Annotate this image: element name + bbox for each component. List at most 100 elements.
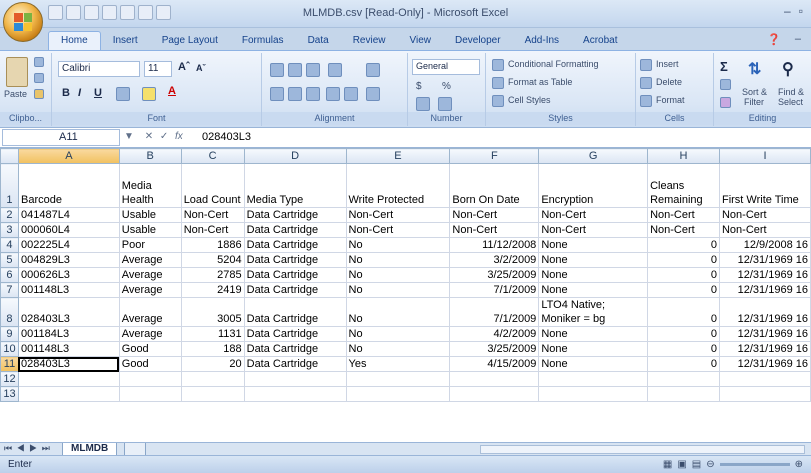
filter-label[interactable]: Filter — [744, 97, 764, 107]
enter-icon[interactable]: ✓ — [160, 131, 168, 142]
cell[interactable]: Non-Cert — [180, 222, 245, 238]
zoom-in-icon[interactable]: ⊕ — [795, 459, 803, 470]
decrease-decimal-icon[interactable] — [438, 97, 452, 111]
cell[interactable] — [17, 386, 120, 402]
row-header[interactable]: 6 — [0, 267, 19, 283]
cell[interactable]: 188 — [180, 341, 245, 357]
cell[interactable]: 041487L4 — [17, 207, 120, 223]
cell[interactable]: 028403L3 — [17, 297, 120, 327]
cell[interactable]: 0 — [647, 356, 720, 372]
cell[interactable]: 11/12/2008 — [449, 237, 540, 253]
align-bottom-icon[interactable] — [306, 63, 320, 77]
cell[interactable]: 001148L3 — [17, 341, 120, 357]
cell[interactable]: Data Cartridge — [243, 267, 347, 283]
cell[interactable]: Non-Cert — [718, 207, 811, 223]
cell[interactable]: 20 — [180, 356, 245, 372]
tab-review[interactable]: Review — [341, 32, 398, 50]
cell[interactable] — [118, 386, 182, 402]
cell[interactable]: No — [345, 326, 451, 342]
cell[interactable]: 004829L3 — [17, 252, 120, 268]
format-painter-icon[interactable] — [34, 89, 44, 99]
borders-icon[interactable] — [116, 87, 130, 101]
cell[interactable]: 1131 — [180, 326, 245, 342]
cell[interactable]: Data Cartridge — [243, 222, 347, 238]
first-sheet-icon[interactable]: ⏮ — [4, 443, 13, 453]
cell[interactable]: 2419 — [180, 282, 245, 298]
percent-button[interactable]: % — [442, 81, 451, 92]
cell[interactable]: Non-Cert — [647, 222, 720, 238]
cell[interactable] — [449, 371, 540, 387]
cell[interactable]: Non-Cert — [538, 207, 649, 223]
cell[interactable]: 0 — [647, 252, 720, 268]
currency-button[interactable]: $ — [416, 81, 422, 92]
cell[interactable]: Average — [118, 326, 182, 342]
cell[interactable]: Average — [118, 252, 182, 268]
cell[interactable]: None — [538, 326, 649, 342]
cell[interactable]: Non-Cert — [345, 222, 451, 238]
cell[interactable]: 001148L3 — [17, 282, 120, 298]
cell[interactable]: Data Cartridge — [243, 356, 347, 372]
cell[interactable]: Good — [118, 356, 182, 372]
paste-button[interactable]: Paste — [4, 89, 27, 99]
cell[interactable] — [647, 371, 720, 387]
cell[interactable]: 0 — [647, 326, 720, 342]
last-sheet-icon[interactable]: ⏭ — [42, 443, 51, 453]
cell[interactable]: Non-Cert — [538, 222, 649, 238]
dropdown-icon[interactable]: ▼ — [124, 131, 134, 142]
cell[interactable]: Data Cartridge — [243, 282, 347, 298]
cell[interactable]: 12/31/1969 16 — [718, 341, 811, 357]
cell[interactable]: 7/1/2009 — [449, 297, 540, 327]
cell[interactable]: Load Count — [180, 163, 245, 208]
cell[interactable]: 0 — [647, 267, 720, 283]
cancel-icon[interactable]: ✕ — [145, 131, 153, 142]
sort-filter-label[interactable]: Sort & — [742, 87, 767, 97]
paste-icon[interactable] — [6, 57, 28, 87]
cell[interactable] — [647, 386, 720, 402]
help-icon[interactable]: ❓ — [767, 33, 781, 46]
cell[interactable]: First Write Time — [718, 163, 811, 208]
tab-view[interactable]: View — [397, 32, 443, 50]
cell[interactable]: Media Type — [243, 163, 347, 208]
row-header[interactable]: 9 — [0, 326, 19, 342]
fill-color-icon[interactable] — [142, 87, 156, 101]
cell[interactable] — [718, 371, 811, 387]
cell[interactable]: Non-Cert — [180, 207, 245, 223]
delete-cells-button[interactable]: Delete — [656, 77, 682, 87]
align-right-icon[interactable] — [306, 87, 320, 101]
cell[interactable] — [538, 371, 649, 387]
row-header[interactable]: 4 — [0, 237, 19, 253]
cell[interactable] — [718, 386, 811, 402]
cell[interactable]: Average — [118, 267, 182, 283]
wrap-text-icon[interactable] — [366, 63, 380, 77]
cell[interactable]: 0 — [647, 297, 720, 327]
cell[interactable]: 7/1/2009 — [449, 282, 540, 298]
cell[interactable]: 12/31/1969 16 — [718, 252, 811, 268]
cell[interactable]: Non-Cert — [718, 222, 811, 238]
cell[interactable] — [449, 386, 540, 402]
cell[interactable]: Usable — [118, 222, 182, 238]
cell[interactable]: 12/9/2008 16 — [718, 237, 811, 253]
cell[interactable]: Encryption — [538, 163, 649, 208]
number-format-select[interactable]: General — [412, 59, 480, 75]
cell[interactable]: 3/25/2009 — [449, 341, 540, 357]
tab-home[interactable]: Home — [48, 31, 101, 50]
formula-input[interactable]: 028403L3 — [202, 131, 251, 143]
format-as-table-button[interactable]: Format as Table — [508, 77, 572, 87]
cell[interactable]: Data Cartridge — [243, 326, 347, 342]
shrink-font-icon[interactable]: Aˇ — [196, 63, 206, 73]
cell[interactable]: Yes — [345, 356, 451, 372]
row-header[interactable]: 8 — [0, 297, 19, 327]
tab-data[interactable]: Data — [296, 32, 341, 50]
cell[interactable]: 0 — [647, 282, 720, 298]
cell[interactable]: None — [538, 282, 649, 298]
find-select-label[interactable]: Find & — [778, 87, 804, 97]
orientation-icon[interactable] — [328, 63, 342, 77]
align-center-icon[interactable] — [288, 87, 302, 101]
maximize-icon[interactable]: ▫ — [799, 4, 803, 18]
cut-icon[interactable] — [34, 57, 44, 67]
minimize-icon[interactable]: – — [784, 4, 791, 18]
row-header[interactable]: 1 — [0, 163, 19, 208]
row-header[interactable]: 7 — [0, 282, 19, 298]
cell[interactable]: 12/31/1969 16 — [718, 267, 811, 283]
column-header[interactable]: F — [449, 148, 540, 164]
